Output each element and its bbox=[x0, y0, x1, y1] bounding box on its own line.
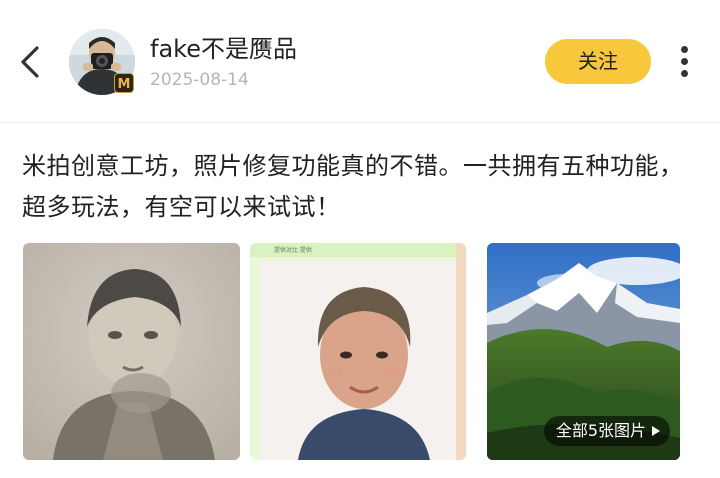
photo-thumbnail-3[interactable]: 全部5张图片 bbox=[487, 243, 680, 460]
post-date: 2025-08-14 bbox=[150, 70, 249, 90]
post-text: 米拍创意工坊，照片修复功能真的不错。一共拥有五种功能，超多玩法，有空可以来试试！ bbox=[22, 152, 684, 221]
badge-letter: M bbox=[118, 77, 131, 92]
chevron-left-icon bbox=[21, 46, 39, 78]
photo-count-label: 全部5张图片 bbox=[555, 421, 646, 440]
follow-button[interactable]: 关注 bbox=[545, 39, 651, 84]
photo-thumbnail-2[interactable]: 提供对比 提供 bbox=[250, 243, 466, 460]
view-all-photos-badge[interactable]: 全部5张图片 bbox=[543, 416, 670, 446]
play-arrow-icon bbox=[652, 426, 660, 436]
more-options-button[interactable] bbox=[672, 40, 698, 84]
post-header: M fake不是赝品 2025-08-14 关注 bbox=[0, 0, 720, 122]
back-button[interactable] bbox=[14, 40, 50, 84]
photo-2-caption: 提供对比 提供 bbox=[274, 246, 312, 254]
username[interactable]: fake不是赝品 bbox=[150, 34, 297, 64]
vertical-dots-icon bbox=[681, 46, 688, 53]
member-badge-icon: M bbox=[114, 73, 134, 93]
header-divider bbox=[0, 122, 720, 123]
photo-thumbnail-1[interactable] bbox=[23, 243, 240, 460]
vertical-dots-icon-dot bbox=[681, 58, 688, 65]
vertical-dots-icon-dot bbox=[681, 70, 688, 77]
